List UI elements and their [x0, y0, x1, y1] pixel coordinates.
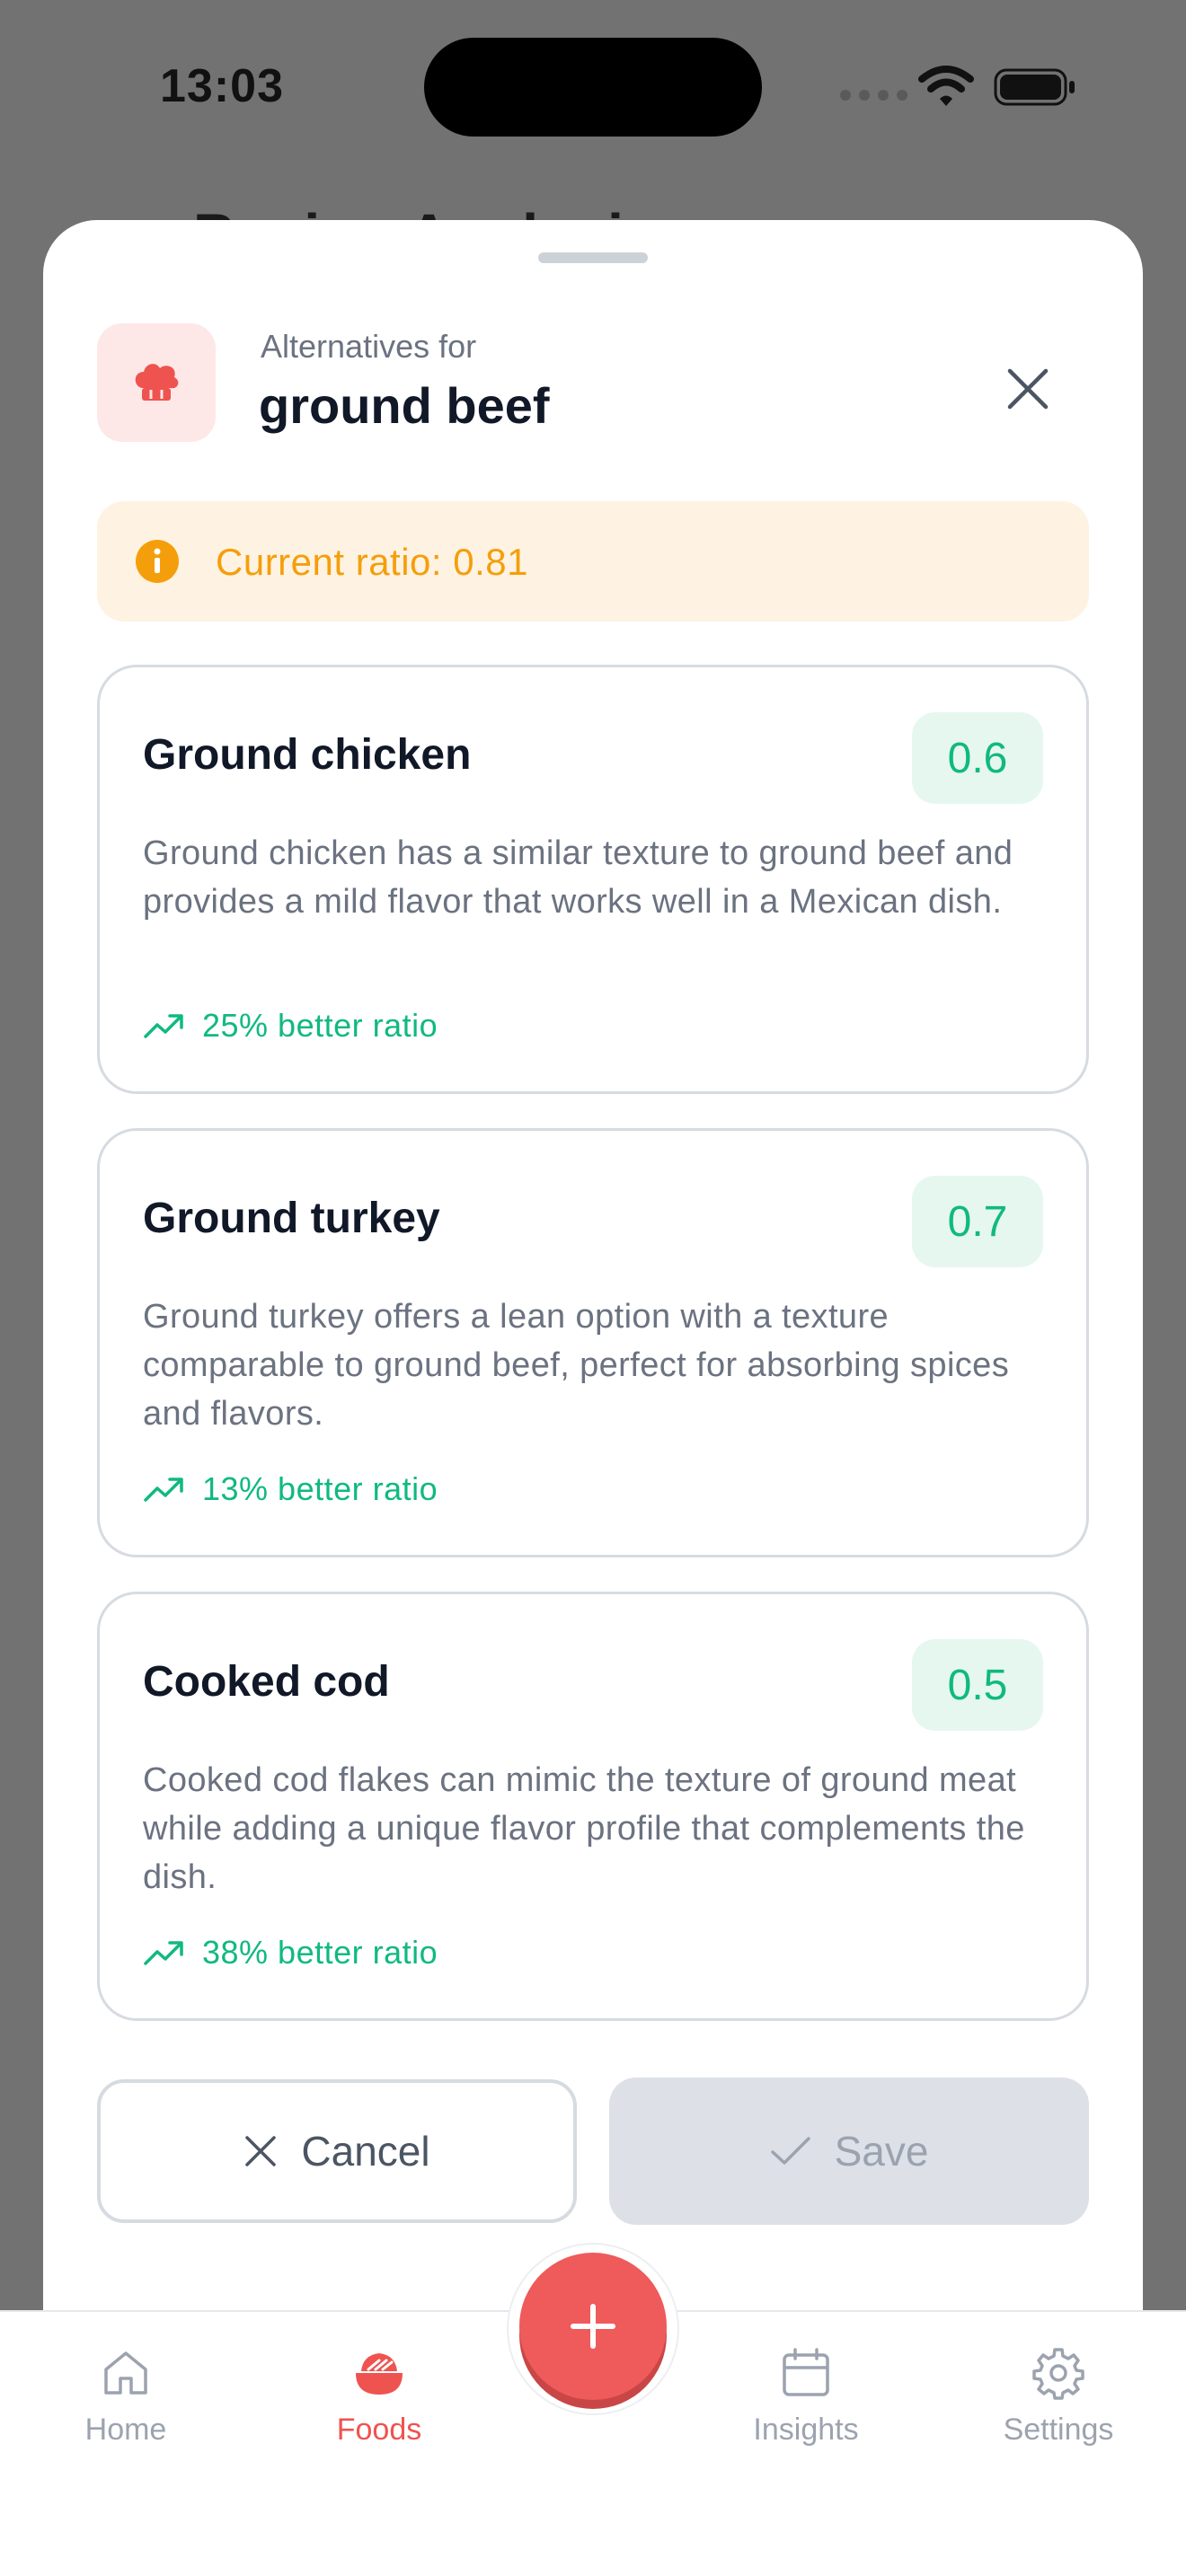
gear-icon: [1032, 2348, 1084, 2400]
sheet-grabber[interactable]: [538, 252, 648, 263]
ratio-badge: 0.7: [912, 1176, 1043, 1267]
ratio-badge: 0.5: [912, 1639, 1043, 1731]
trending-up-icon: [144, 1478, 183, 1502]
sheet-subtitle: Alternatives for: [261, 328, 477, 365]
plus-icon: [571, 2304, 615, 2349]
alternative-name: Ground turkey: [143, 1195, 440, 1242]
check-icon: [770, 2137, 810, 2165]
dynamic-island: [424, 38, 762, 137]
cellular-signal-icon: [840, 90, 907, 101]
tab-label: Foods: [336, 2413, 422, 2447]
improvement-text: 13% better ratio: [202, 1470, 438, 1507]
add-button[interactable]: [519, 2253, 667, 2400]
tab-foods[interactable]: Foods: [289, 2346, 469, 2448]
cancel-button[interactable]: Cancel: [97, 2079, 577, 2223]
alternative-description: Cooked cod flakes can mimic the texture …: [143, 1761, 1025, 1896]
improvement-row: 13% better ratio: [143, 1470, 438, 1508]
status-time: 13:03: [160, 60, 284, 112]
cancel-label: Cancel: [301, 2128, 430, 2175]
improvement-text: 38% better ratio: [202, 1934, 438, 1971]
alternative-card-cooked-cod[interactable]: Cooked cod 0.5 Cooked cod flakes can mim…: [97, 1592, 1089, 2021]
alternative-card-ground-turkey[interactable]: Ground turkey 0.7 Ground turkey offers a…: [97, 1128, 1089, 1557]
tab-settings[interactable]: Settings: [969, 2346, 1148, 2448]
alternative-description: Ground chicken has a similar texture to …: [143, 834, 1013, 921]
alternative-name: Cooked cod: [143, 1658, 390, 1706]
save-button[interactable]: Save: [609, 2078, 1089, 2225]
status-bar: 13:03: [0, 0, 1186, 171]
battery-icon: [994, 68, 1075, 106]
tab-home[interactable]: Home: [36, 2346, 216, 2448]
home-icon: [104, 2351, 147, 2395]
close-button[interactable]: [994, 355, 1062, 423]
ratio-badge: 0.6: [912, 712, 1043, 804]
improvement-text: 25% better ratio: [202, 1007, 438, 1044]
current-ratio-banner: Current ratio: 0.81: [97, 501, 1089, 622]
bowl-icon: [356, 2353, 403, 2395]
tab-label: Insights: [753, 2413, 859, 2447]
info-icon: [136, 540, 179, 583]
improvement-row: 38% better ratio: [143, 1934, 438, 1972]
trending-up-icon: [144, 1014, 183, 1038]
calendar-icon: [783, 2348, 829, 2396]
alternatives-sheet: Alternatives for ground beef Current rat…: [43, 220, 1143, 2376]
close-icon: [245, 2136, 277, 2166]
alternative-card-ground-chicken[interactable]: Ground chicken 0.6 Ground chicken has a …: [97, 665, 1089, 1094]
tab-insights[interactable]: Insights: [716, 2346, 896, 2448]
improvement-row: 25% better ratio: [143, 1007, 438, 1045]
trending-up-icon: [144, 1941, 183, 1965]
chef-hat-icon: [97, 323, 216, 442]
wifi-icon: [918, 66, 974, 106]
save-label: Save: [834, 2128, 929, 2175]
alternative-name: Ground chicken: [143, 731, 472, 779]
close-icon: [1007, 368, 1049, 410]
tab-label: Home: [84, 2413, 167, 2447]
ingredient-title: ground beef: [259, 377, 550, 434]
alternative-description: Ground turkey offers a lean option with …: [143, 1298, 1010, 1433]
tab-label: Settings: [1003, 2413, 1114, 2447]
current-ratio-text: Current ratio: 0.81: [216, 541, 529, 583]
